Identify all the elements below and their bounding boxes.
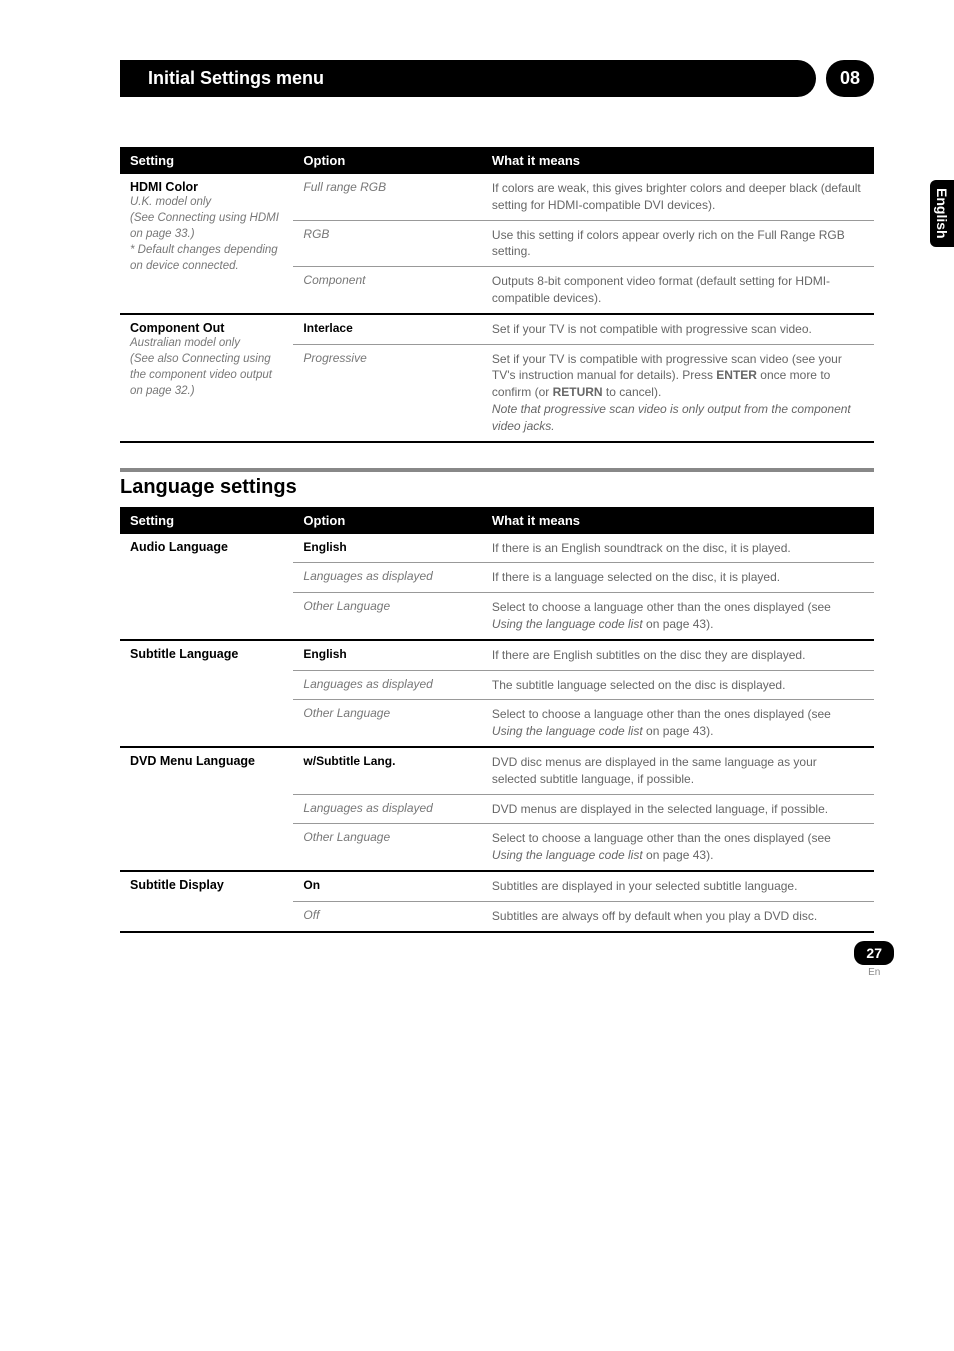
meaning-cell: Use this setting if colors appear overly… — [482, 220, 874, 267]
page-number-label: En — [854, 967, 894, 978]
language-tab: English — [930, 180, 954, 247]
option-cell: Languages as displayed — [293, 670, 482, 700]
col-meaning: What it means — [482, 147, 874, 174]
col-setting: Setting — [120, 147, 293, 174]
option-cell: Other Language — [293, 700, 482, 747]
option-cell: Component — [293, 267, 482, 314]
col-meaning: What it means — [482, 507, 874, 534]
option-cell: Off — [293, 901, 482, 931]
meaning-cell: If there are English subtitles on the di… — [482, 640, 874, 670]
option-cell: English — [293, 534, 482, 563]
meaning-cell: Select to choose a language other than t… — [482, 824, 874, 871]
option-cell: Full range RGB — [293, 174, 482, 220]
option-cell: RGB — [293, 220, 482, 267]
meaning-cell: Outputs 8-bit component video format (de… — [482, 267, 874, 314]
option-cell: On — [293, 871, 482, 901]
option-cell: English — [293, 640, 482, 670]
meaning-cell: Set if your TV is compatible with progre… — [482, 344, 874, 441]
meaning-cell: DVD disc menus are displayed in the same… — [482, 747, 874, 794]
table-row: Subtitle DisplayOnSubtitles are displaye… — [120, 871, 874, 901]
header-title: Initial Settings menu — [120, 60, 816, 97]
option-cell: Languages as displayed — [293, 563, 482, 593]
option-cell: w/Subtitle Lang. — [293, 747, 482, 794]
setting-cell: Component OutAustralian model only(See a… — [120, 314, 293, 442]
col-setting: Setting — [120, 507, 293, 534]
setting-cell: Subtitle Language — [120, 640, 293, 747]
table-row: Audio LanguageEnglishIf there is an Engl… — [120, 534, 874, 563]
table-row: Subtitle LanguageEnglishIf there are Eng… — [120, 640, 874, 670]
option-cell: Other Language — [293, 824, 482, 871]
meaning-cell: Select to choose a language other than t… — [482, 593, 874, 640]
col-option: Option — [293, 147, 482, 174]
meaning-cell: If there is a language selected on the d… — [482, 563, 874, 593]
table-row: DVD Menu Languagew/Subtitle Lang.DVD dis… — [120, 747, 874, 794]
meaning-cell: Set if your TV is not compatible with pr… — [482, 314, 874, 344]
setting-cell: HDMI ColorU.K. model only(See Connecting… — [120, 174, 293, 314]
option-cell: Languages as displayed — [293, 794, 482, 824]
meaning-cell: If colors are weak, this gives brighter … — [482, 174, 874, 220]
option-cell: Progressive — [293, 344, 482, 441]
meaning-cell: If there is an English soundtrack on the… — [482, 534, 874, 563]
section-title-language: Language settings — [120, 468, 874, 499]
setting-cell: Subtitle Display — [120, 871, 293, 932]
page-header: Initial Settings menu 08 — [120, 60, 874, 97]
setting-cell: Audio Language — [120, 534, 293, 640]
option-cell: Interlace — [293, 314, 482, 344]
meaning-cell: The subtitle language selected on the di… — [482, 670, 874, 700]
settings-table-1: Setting Option What it means HDMI ColorU… — [120, 147, 874, 443]
meaning-cell: DVD menus are displayed in the selected … — [482, 794, 874, 824]
meaning-cell: Subtitles are always off by default when… — [482, 901, 874, 931]
settings-table-2: Setting Option What it means Audio Langu… — [120, 507, 874, 933]
chapter-number: 08 — [826, 60, 874, 97]
table-row: Component OutAustralian model only(See a… — [120, 314, 874, 344]
page-number-area: 27 En — [854, 941, 894, 978]
page-number: 27 — [854, 941, 894, 965]
table-row: HDMI ColorU.K. model only(See Connecting… — [120, 174, 874, 220]
meaning-cell: Select to choose a language other than t… — [482, 700, 874, 747]
option-cell: Other Language — [293, 593, 482, 640]
meaning-cell: Subtitles are displayed in your selected… — [482, 871, 874, 901]
col-option: Option — [293, 507, 482, 534]
setting-cell: DVD Menu Language — [120, 747, 293, 871]
